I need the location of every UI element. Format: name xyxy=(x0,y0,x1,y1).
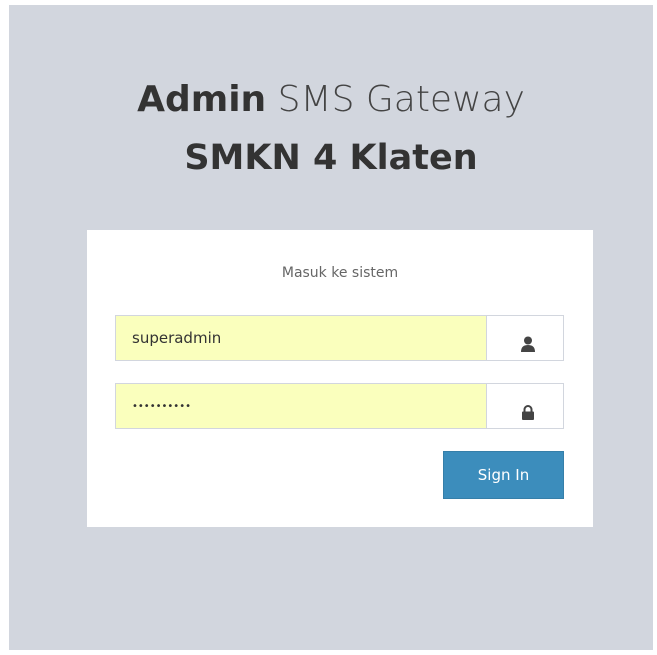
password-input[interactable] xyxy=(116,384,487,428)
login-page: Admin SMS Gateway SMKN 4 Klaten Masuk ke… xyxy=(9,5,653,650)
username-field xyxy=(115,315,564,361)
login-logo: Admin SMS Gateway SMKN 4 Klaten xyxy=(9,71,653,187)
lock-icon xyxy=(520,404,536,420)
sign-in-button[interactable]: Sign In xyxy=(443,451,564,499)
login-box: Masuk ke sistem Sign In xyxy=(87,230,593,527)
logo-bold: Admin xyxy=(137,79,267,120)
username-input[interactable] xyxy=(116,316,487,360)
logo-light: SMS Gateway xyxy=(277,79,525,120)
user-icon xyxy=(520,336,536,352)
password-field xyxy=(115,383,564,429)
logo-line-1: Admin SMS Gateway xyxy=(9,71,653,129)
logo-line-2: SMKN 4 Klaten xyxy=(184,138,478,178)
login-box-message: Masuk ke sistem xyxy=(281,265,399,281)
